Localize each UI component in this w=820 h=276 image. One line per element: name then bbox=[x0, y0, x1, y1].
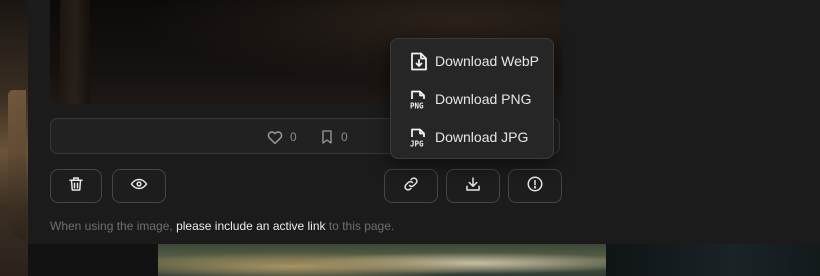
download-icon bbox=[464, 175, 482, 198]
view-button[interactable] bbox=[112, 169, 166, 203]
png-file-icon: PNG bbox=[410, 89, 430, 115]
note-prefix: When using the image, bbox=[50, 219, 177, 233]
report-button[interactable] bbox=[508, 169, 562, 203]
link-icon bbox=[402, 175, 420, 198]
svg-text:PNG: PNG bbox=[410, 102, 424, 111]
download-jpg-label: Download JPG bbox=[435, 129, 529, 145]
eye-icon bbox=[129, 175, 149, 198]
like-stat[interactable]: 0 bbox=[266, 128, 297, 146]
like-count: 0 bbox=[290, 130, 297, 144]
download-png-label: Download PNG bbox=[435, 91, 532, 107]
active-link-text: please include an active link bbox=[176, 219, 326, 233]
svg-text:JPG: JPG bbox=[410, 140, 424, 149]
background-artwork-left bbox=[0, 0, 28, 276]
trash-icon bbox=[67, 175, 85, 198]
download-menu: Download WebP PNG Download PNG JPG Downl… bbox=[390, 38, 554, 159]
delete-button[interactable] bbox=[50, 169, 102, 203]
heart-icon bbox=[266, 128, 284, 146]
note-suffix: to this page. bbox=[325, 219, 395, 233]
jpg-file-icon: JPG bbox=[410, 127, 430, 153]
download-png-item[interactable]: PNG Download PNG bbox=[391, 82, 553, 116]
background-artwork-bottom bbox=[158, 244, 606, 276]
download-webp-item[interactable]: Download WebP bbox=[391, 44, 553, 78]
download-webp-label: Download WebP bbox=[435, 53, 540, 69]
file-download-icon bbox=[410, 51, 428, 77]
bookmark-count: 0 bbox=[341, 130, 348, 144]
download-jpg-item[interactable]: JPG Download JPG bbox=[391, 120, 553, 154]
bookmark-icon bbox=[319, 128, 335, 146]
background-artwork-right bbox=[606, 244, 820, 276]
attribution-note: When using the image, please include an … bbox=[50, 219, 394, 233]
copy-link-button[interactable] bbox=[384, 169, 438, 203]
download-button[interactable] bbox=[446, 169, 500, 203]
alert-icon bbox=[526, 175, 544, 198]
bookmark-stat[interactable]: 0 bbox=[319, 128, 348, 146]
